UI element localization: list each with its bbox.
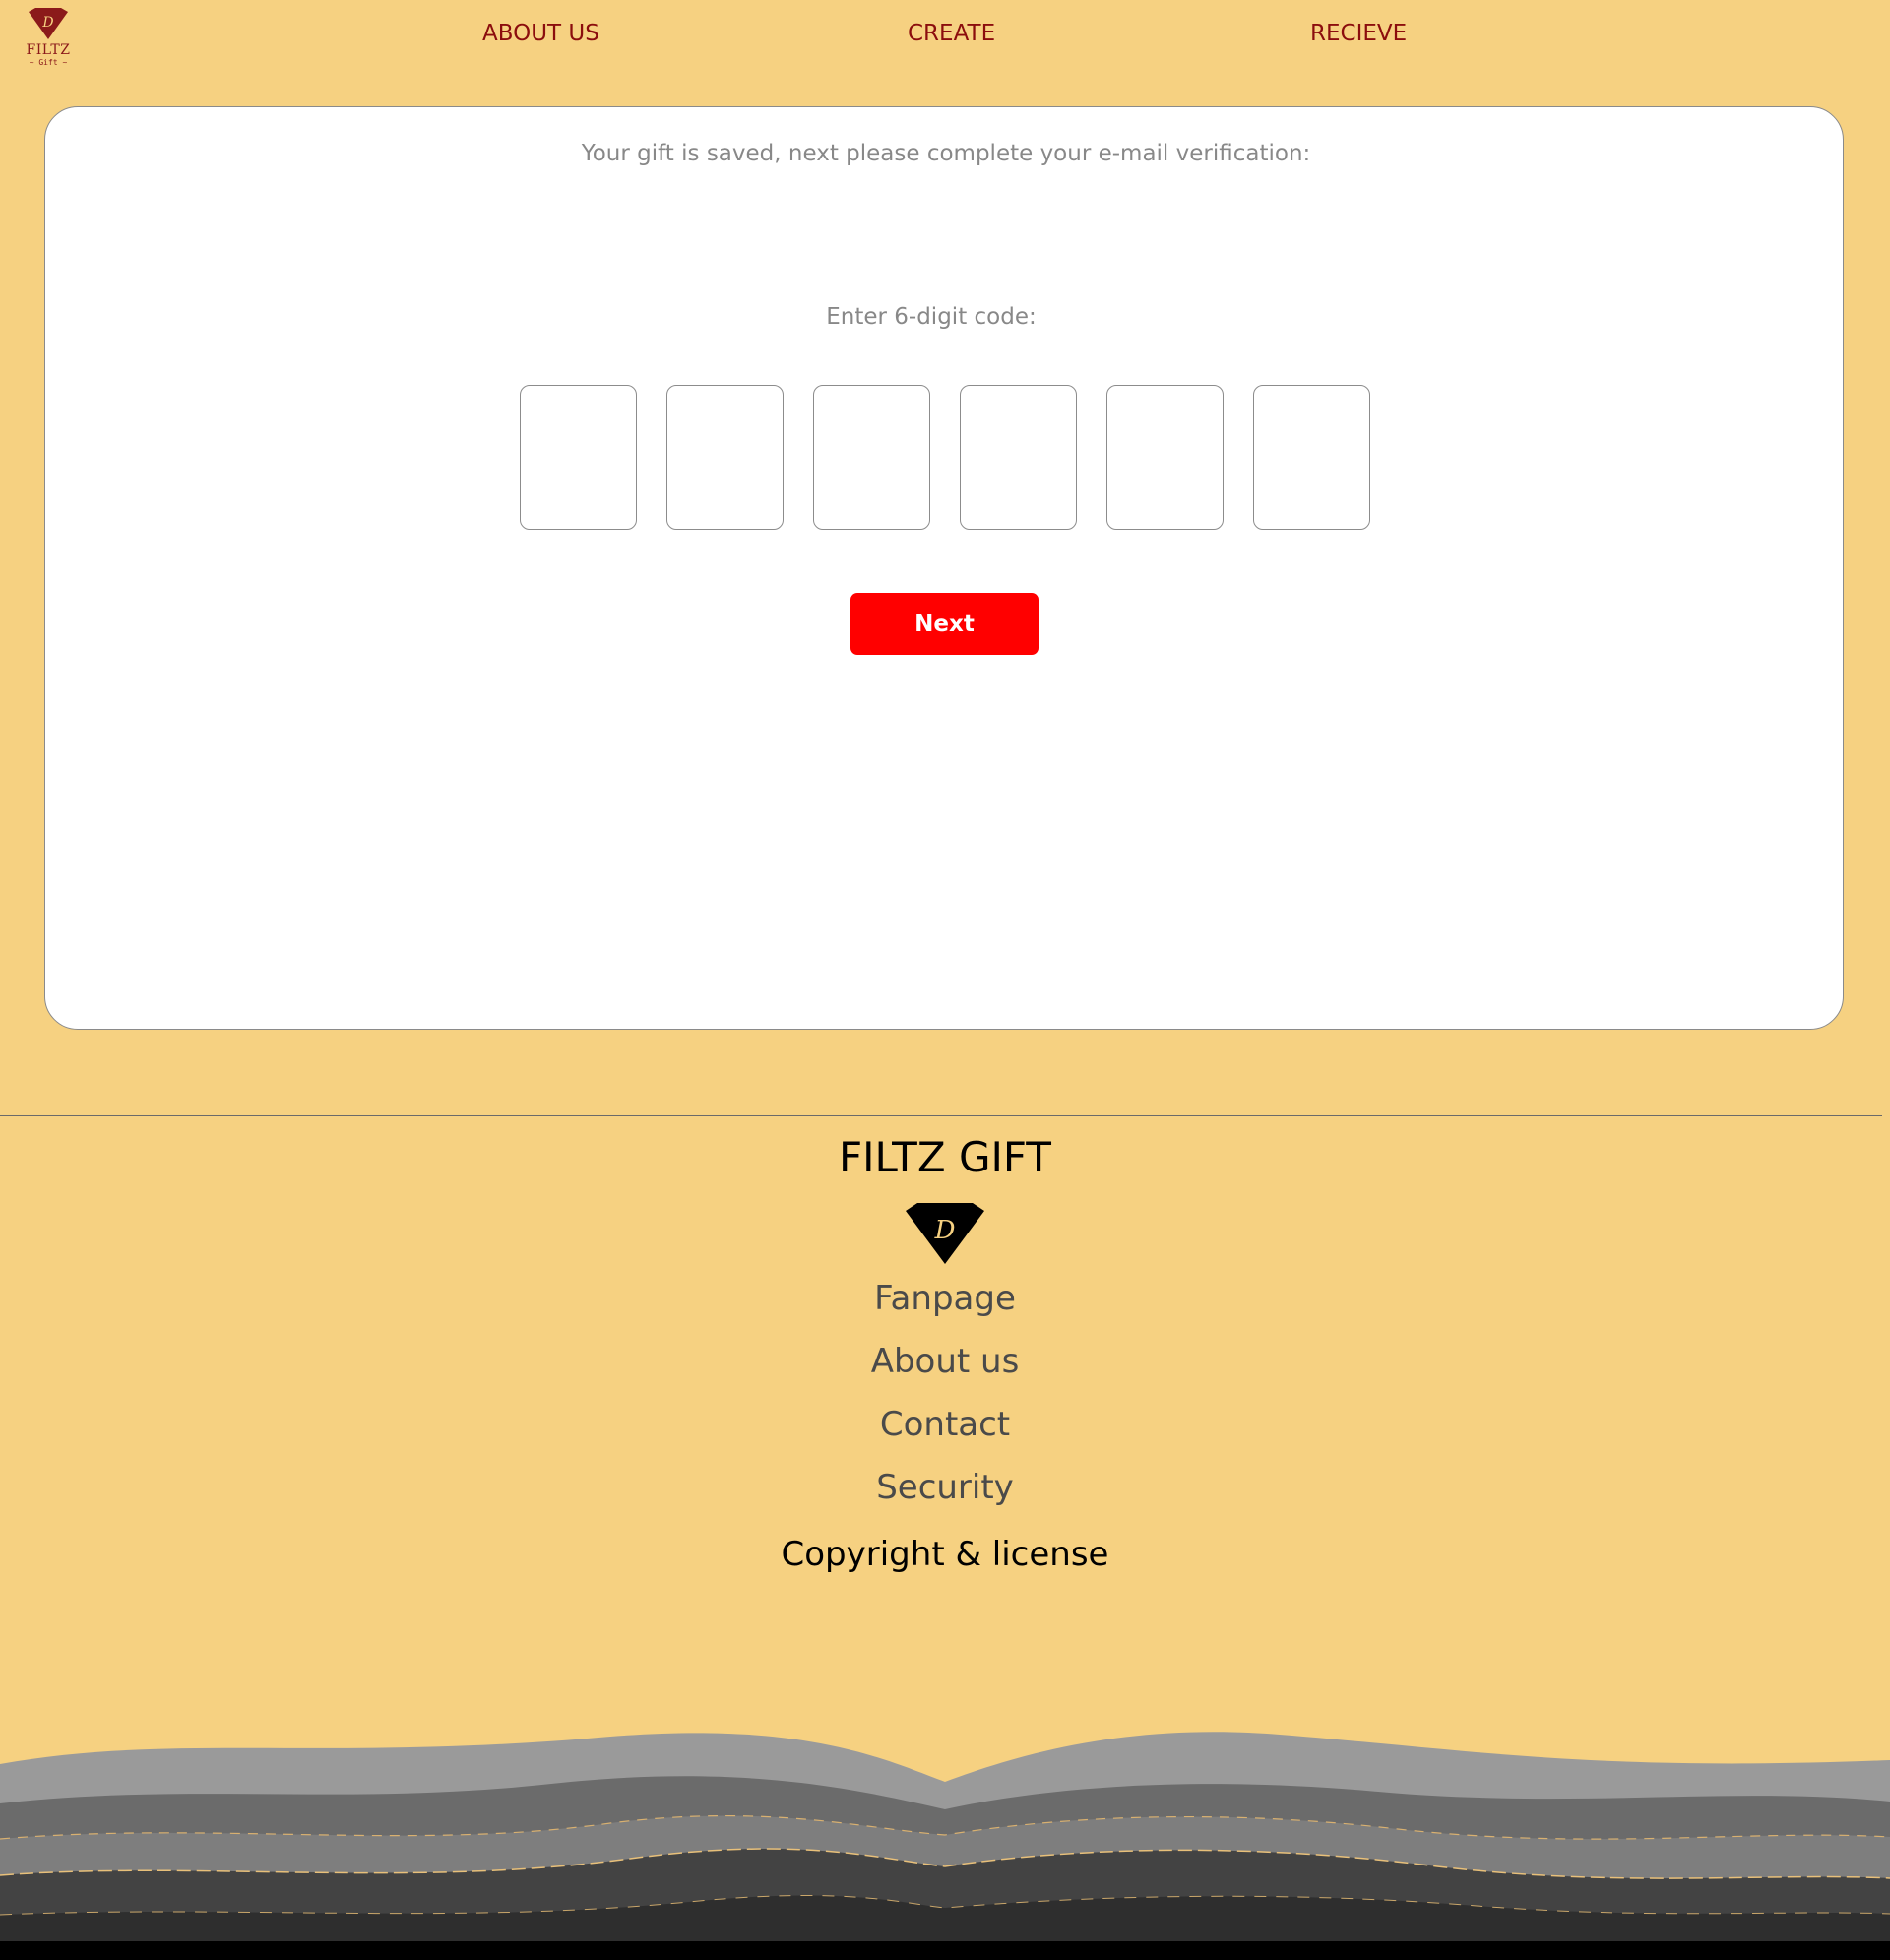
logo-text: FILTZ: [26, 42, 71, 58]
footer-divider: [0, 1115, 1882, 1116]
brand-logo[interactable]: D FILTZ ~ Gift ~: [26, 8, 71, 69]
code-digit-4[interactable]: [960, 385, 1077, 530]
footer-title: FILTZ GIFT: [839, 1133, 1051, 1181]
nav-recieve[interactable]: RECIEVE: [1310, 18, 1407, 49]
code-digit-1[interactable]: [520, 385, 637, 530]
diamond-logo-icon: D: [906, 1203, 984, 1264]
header: D FILTZ ~ Gift ~ ABOUT US CREATE RECIEVE: [0, 0, 1890, 79]
code-digit-6[interactable]: [1253, 385, 1370, 530]
diamond-logo-icon: D: [29, 8, 68, 39]
nav-about-us[interactable]: ABOUT US: [482, 18, 599, 49]
verification-card: Your gift is saved, next please complete…: [44, 106, 1844, 1030]
code-digit-2[interactable]: [666, 385, 784, 530]
next-button[interactable]: Next: [850, 593, 1039, 655]
code-digit-3[interactable]: [813, 385, 930, 530]
footer-link-fanpage[interactable]: Fanpage: [0, 1275, 1890, 1322]
svg-text:D: D: [41, 15, 53, 31]
svg-text:D: D: [934, 1216, 956, 1245]
verification-message: Your gift is saved, next please complete…: [581, 141, 1311, 166]
code-label: Enter 6-digit code:: [826, 304, 1037, 330]
code-digit-5[interactable]: [1106, 385, 1224, 530]
footer-link-contact[interactable]: Contact: [0, 1401, 1890, 1448]
footer-link-security[interactable]: Security: [0, 1464, 1890, 1511]
copyright-link[interactable]: Copyright & license: [0, 1531, 1890, 1578]
nav-create[interactable]: CREATE: [908, 18, 995, 49]
logo-subtext: ~ Gift ~: [29, 58, 68, 67]
decorative-waves: [0, 1732, 1890, 1960]
footer-link-about-us[interactable]: About us: [0, 1338, 1890, 1385]
